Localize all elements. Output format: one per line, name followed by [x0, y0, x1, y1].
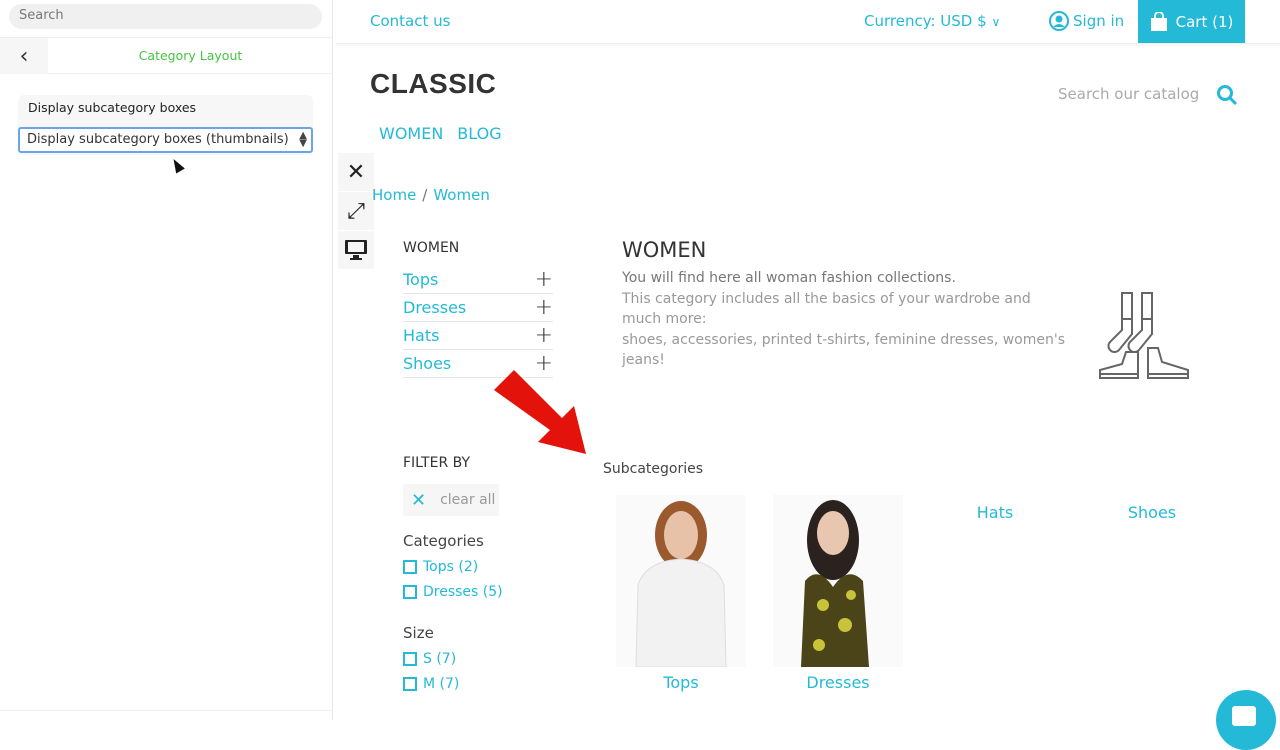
dresses-thumbnail[interactable]: [773, 495, 903, 667]
mouse-cursor-icon: [169, 156, 185, 174]
subcategory-dresses[interactable]: Dresses: [768, 495, 908, 692]
expand-button[interactable]: ⤢: [338, 192, 374, 230]
main-menu: WOMEN BLOG: [379, 124, 502, 143]
menu-item-blog[interactable]: BLOG: [457, 124, 501, 143]
cart-label: Cart (1): [1175, 12, 1234, 31]
clear-all-button[interactable]: ✕ clear all: [403, 484, 499, 516]
subcategories-grid: Tops Dresses Hats Shoes: [603, 495, 1243, 705]
filter-option[interactable]: M (7): [403, 676, 603, 692]
socks-shoes-icon: [1099, 292, 1189, 379]
subcategories-title: Subcategories: [603, 461, 704, 477]
close-preview-button[interactable]: ✕: [338, 153, 374, 191]
close-icon: ✕: [346, 159, 366, 185]
signin-link[interactable]: Sign in: [1049, 11, 1124, 31]
category-link[interactable]: Hats: [403, 326, 439, 345]
close-icon: ✕: [411, 489, 427, 511]
signin-label: Sign in: [1073, 12, 1125, 30]
desc-line: This category includes all the basics of…: [622, 290, 1031, 328]
shopping-bag-icon: [1150, 11, 1167, 31]
clear-all-label: clear all: [440, 492, 496, 508]
catalog-search-input[interactable]: Search our catalog: [1058, 85, 1199, 103]
contact-link[interactable]: Contact us: [370, 12, 450, 30]
breadcrumb-separator: /: [422, 186, 428, 204]
tops-thumbnail[interactable]: [616, 495, 746, 667]
checkbox[interactable]: [403, 652, 417, 666]
category-tree-title: WOMEN: [403, 240, 460, 256]
breadcrumb: Home / Women: [372, 186, 490, 204]
filter-option-label: M (7): [423, 676, 460, 692]
chevron-left-icon: ‹: [19, 43, 29, 69]
panel-search-input[interactable]: Search: [9, 4, 322, 29]
subcategory-label[interactable]: Dresses: [768, 673, 908, 692]
subcategory-boxes-select[interactable]: Display subcategory boxes (thumbnails) ▲…: [18, 127, 313, 153]
desc-line: You will find here all woman fashion col…: [622, 270, 956, 286]
subcategory-tops[interactable]: Tops: [611, 495, 751, 692]
category-tree: WOMEN Tops + Dresses + Hats + Shoes +: [403, 240, 553, 378]
chat-button[interactable]: [1216, 690, 1276, 750]
plus-icon[interactable]: +: [535, 323, 553, 348]
field-label: Display subcategory boxes: [28, 100, 197, 115]
filter-option-label: Dresses (5): [423, 584, 503, 600]
category-title: WOMEN: [622, 238, 707, 262]
user-icon: [1049, 11, 1069, 31]
category-link[interactable]: Tops: [403, 270, 438, 289]
filter-panel: FILTER BY ✕ clear all Categories Tops (2)…: [403, 455, 603, 692]
filter-option[interactable]: Tops (2): [403, 559, 603, 575]
panel-title: Category Layout: [138, 48, 243, 63]
breadcrumb-home[interactable]: Home: [372, 186, 416, 204]
currency-selector[interactable]: Currency: USD $ ∨: [864, 12, 1000, 30]
plus-icon[interactable]: +: [535, 295, 553, 320]
filter-option-label: S (7): [423, 651, 457, 667]
category-link[interactable]: Shoes: [403, 354, 451, 373]
select-arrows-icon: ▲ ▼: [299, 130, 307, 149]
desc-line: shoes, accessories, printed t-shirts, fe…: [622, 331, 1066, 369]
subcategory-label[interactable]: Shoes: [1082, 503, 1222, 522]
search-icon[interactable]: [1216, 84, 1238, 106]
filter-group-label: Size: [403, 624, 434, 642]
cart-button[interactable]: Cart (1): [1138, 0, 1245, 43]
chevron-down-icon: ∨: [991, 15, 1001, 29]
back-button[interactable]: ‹: [0, 38, 48, 74]
checkbox[interactable]: [403, 585, 417, 599]
filter-group-label: Categories: [403, 532, 484, 550]
filter-option[interactable]: Dresses (5): [403, 584, 603, 600]
desktop-view-button[interactable]: [338, 231, 374, 269]
currency-label: Currency: USD $: [864, 12, 987, 30]
filter-option-label: Tops (2): [423, 559, 479, 575]
filter-title: FILTER BY: [403, 455, 471, 471]
subcategory-label[interactable]: Hats: [925, 503, 1065, 522]
menu-item-women[interactable]: WOMEN: [379, 124, 443, 143]
settings-panel: Search ‹ Category Layout Display subcate…: [0, 0, 333, 720]
panel-header: ‹ Category Layout: [0, 37, 333, 74]
subcategory-boxes-field: Display subcategory boxes Display subcat…: [18, 95, 313, 155]
category-tree-item[interactable]: Tops +: [403, 266, 553, 294]
plus-icon[interactable]: +: [535, 267, 553, 292]
red-arrow-annotation: [494, 370, 586, 454]
subcategory-hats[interactable]: Hats: [925, 503, 1065, 522]
top-bar: Contact us Currency: USD $ ∨ Sign in Car…: [336, 0, 1280, 44]
panel-footer: [0, 710, 333, 720]
category-tree-item[interactable]: Hats +: [403, 322, 553, 350]
subcategory-shoes[interactable]: Shoes: [1082, 503, 1222, 522]
select-value: Display subcategory boxes (thumbnails): [27, 132, 289, 147]
expand-icon: ⤢: [347, 198, 365, 224]
checkbox[interactable]: [403, 677, 417, 691]
category-link[interactable]: Dresses: [403, 298, 466, 317]
subcategory-label[interactable]: Tops: [611, 673, 751, 692]
breadcrumb-women[interactable]: Women: [433, 186, 489, 204]
preview-toolbar: ✕ ⤢: [338, 153, 374, 269]
category-tree-item[interactable]: Dresses +: [403, 294, 553, 322]
filter-option[interactable]: S (7): [403, 651, 603, 667]
desktop-icon: [345, 240, 367, 260]
checkbox[interactable]: [403, 560, 417, 574]
store-logo[interactable]: CLASSIC: [370, 68, 496, 100]
category-description: You will find here all woman fashion col…: [622, 268, 1072, 371]
